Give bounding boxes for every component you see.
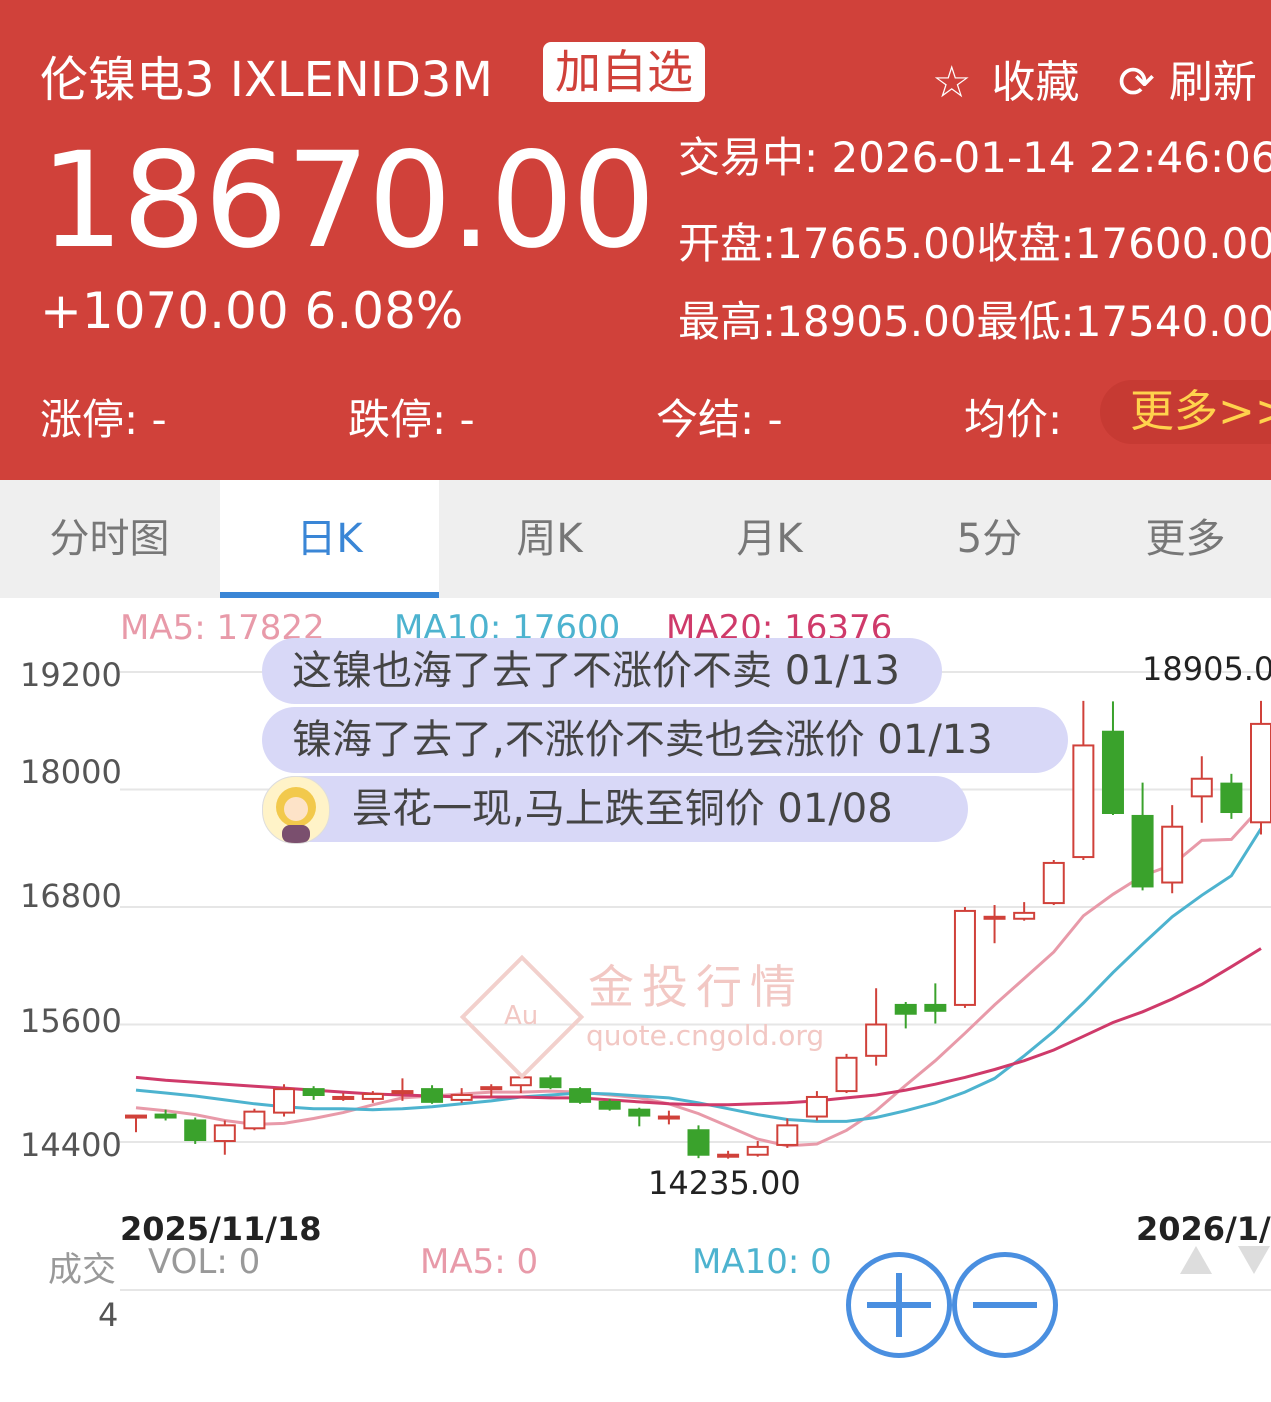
volume-title: 成交	[48, 1250, 116, 1290]
candle-up	[1072, 744, 1095, 859]
candle-up	[776, 1124, 799, 1146]
comment-text: 镍海了去了,不涨价不卖也会涨价 01/13	[292, 717, 993, 763]
watermark-logo-text: Au	[504, 1001, 539, 1031]
instrument-title: 伦镍电3 IXLENID3M	[40, 52, 493, 108]
comment-bubble[interactable]: 镍海了去了,不涨价不卖也会涨价 01/13	[262, 707, 1068, 773]
refresh-label: 刷新	[1168, 57, 1257, 108]
candle-up	[953, 909, 976, 1006]
candle-up	[125, 1114, 147, 1119]
y-tick-label: 15600	[20, 1002, 122, 1040]
high-price-label: 18905.0	[1142, 650, 1271, 688]
user-avatar	[262, 776, 330, 844]
candle-down	[687, 1129, 710, 1156]
zoom-in-button[interactable]	[846, 1252, 952, 1358]
comment-text: 昙花一现,马上跌至铜价 01/08	[352, 786, 893, 832]
candle-down	[569, 1088, 592, 1103]
watermark-brand: 金投行情	[588, 960, 804, 1014]
candle-up	[717, 1153, 740, 1158]
limit-up: 涨停: -	[40, 395, 167, 444]
volume-scale-label: 4	[98, 1296, 119, 1334]
quote-header: 伦镍电3 IXLENID3M 加自选 ☆ 收藏 ⟳ 刷新 18670.00 +107…	[0, 0, 1271, 480]
scroll-down-icon[interactable]	[1238, 1246, 1270, 1274]
y-tick-label: 16800	[20, 877, 122, 915]
volume-ma10: MA10: 0	[692, 1242, 832, 1282]
candle-up	[983, 915, 1006, 920]
candle-down	[628, 1108, 651, 1117]
candle-down	[539, 1077, 562, 1089]
candle-up	[865, 1023, 888, 1057]
high-low: 最高:18905.00最低:17540.00	[678, 297, 1271, 346]
candle-down	[894, 1003, 917, 1015]
settle-price: 今结: -	[656, 395, 783, 444]
refresh-icon: ⟳	[1118, 57, 1155, 108]
candle-down	[154, 1113, 177, 1119]
candle-up	[1042, 861, 1065, 905]
tab-more[interactable]: 更多	[1100, 480, 1271, 598]
candle-up	[243, 1110, 266, 1130]
chart-tabs: 分时图 日K 周K 月K 5分 更多	[0, 480, 1271, 598]
candle-up	[657, 1115, 680, 1120]
avg-price: 均价:	[964, 395, 1063, 444]
candle-up	[213, 1124, 236, 1143]
add-watchlist-button[interactable]: 加自选	[543, 42, 705, 102]
candle-up	[1250, 722, 1271, 824]
open-close: 开盘:17665.00收盘:17600.00	[678, 219, 1271, 268]
comment-text: 这镍也海了去了不涨价不卖 01/13	[292, 648, 900, 694]
current-price: 18670.00	[40, 124, 656, 278]
volume-ma5: MA5: 0	[420, 1242, 539, 1282]
candle-down	[924, 1003, 947, 1012]
star-icon: ☆	[932, 57, 972, 108]
candle-up	[746, 1145, 769, 1156]
avatar-icon	[276, 787, 316, 843]
candle-up	[391, 1090, 414, 1095]
candle-down	[598, 1100, 621, 1110]
candle-up	[450, 1094, 473, 1101]
candle-up	[361, 1093, 384, 1100]
candle-up	[835, 1056, 858, 1093]
candle-up	[480, 1086, 503, 1091]
y-tick-label: 18000	[20, 753, 122, 791]
candle-down	[1131, 814, 1154, 888]
candle-up	[332, 1095, 355, 1100]
scroll-up-icon[interactable]	[1180, 1246, 1212, 1274]
more-button[interactable]: 更多>>	[1100, 380, 1271, 444]
price-change: +1070.00 6.08%	[40, 282, 464, 340]
comment-bubble[interactable]: 这镍也海了去了不涨价不卖 01/13	[262, 638, 942, 704]
limit-down: 跌停: -	[348, 395, 475, 444]
trade-status: 交易中: 2026-01-14 22:46:06	[678, 133, 1271, 182]
tab-weekly-k[interactable]: 周K	[440, 480, 659, 598]
tab-5min[interactable]: 5分	[880, 480, 1099, 598]
refresh-button[interactable]: ⟳ 刷新	[1118, 46, 1257, 110]
y-tick-label: 19200	[20, 656, 122, 694]
tab-intraday[interactable]: 分时图	[0, 480, 219, 598]
candle-down	[184, 1119, 207, 1142]
comment-bubble[interactable]: 昙花一现,马上跌至铜价 01/08	[262, 776, 968, 842]
candle-up	[805, 1095, 828, 1118]
candle-down	[1101, 730, 1124, 815]
favorite-button[interactable]: ☆ 收藏	[932, 46, 1079, 110]
candle-up	[273, 1088, 296, 1114]
tab-monthly-k[interactable]: 月K	[660, 480, 879, 598]
watermark-url: quote.cngold.org	[586, 1019, 825, 1052]
candle-down	[421, 1088, 444, 1103]
low-price-label: 14235.00	[648, 1164, 801, 1202]
zoom-out-button[interactable]	[952, 1252, 1058, 1358]
y-tick-label: 14400	[20, 1126, 122, 1164]
candle-up	[1190, 777, 1213, 798]
favorite-label: 收藏	[991, 57, 1080, 108]
candle-up	[1013, 911, 1036, 920]
x-end-label: 2026/1/1	[1136, 1210, 1271, 1248]
candle-down	[1220, 782, 1243, 814]
candle-up	[1161, 825, 1184, 884]
volume-value: VOL: 0	[148, 1242, 261, 1282]
tab-daily-k[interactable]: 日K	[220, 480, 439, 598]
candle-down	[302, 1088, 325, 1096]
